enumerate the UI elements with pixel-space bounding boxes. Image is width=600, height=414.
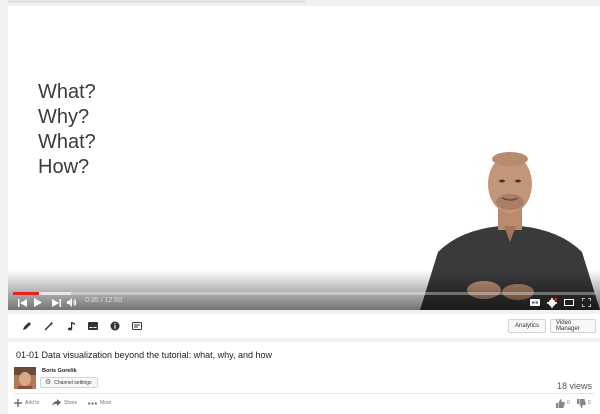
time-display: 0:35/12:50 <box>84 297 123 304</box>
play-icon[interactable] <box>32 295 44 310</box>
slide-text: What? Why? What? How? <box>38 80 96 180</box>
dislike-count: 0 <box>588 400 591 406</box>
like-button[interactable]: 0 <box>556 397 570 409</box>
slide-line: How? <box>38 156 90 178</box>
duration: 12:50 <box>104 297 123 304</box>
analytics-button[interactable]: Analytics <box>508 319 546 333</box>
channel-name[interactable]: Boris Gorelik <box>42 368 77 374</box>
like-count: 0 <box>567 400 570 406</box>
more-button[interactable]: More <box>88 397 111 409</box>
info-icon[interactable] <box>108 319 122 333</box>
music-note-icon[interactable] <box>64 319 78 333</box>
fullscreen-icon[interactable] <box>580 295 592 310</box>
channel-settings-button[interactable]: ⚙ Channel settings <box>40 377 98 388</box>
settings-gear-icon[interactable] <box>546 295 558 310</box>
time-separator: / <box>100 297 103 304</box>
subtitles-icon[interactable] <box>86 319 100 333</box>
player-controls: 0:35/12:50 <box>8 295 600 310</box>
thumbs-up-icon <box>556 398 565 408</box>
plus-icon <box>14 399 22 407</box>
video-player[interactable]: What? Why? What? How? 0:35 / 12:50 <box>8 6 600 310</box>
slide-line: What? <box>38 81 96 103</box>
current-time: 0:35 <box>85 297 99 304</box>
gear-icon: ⚙ <box>45 379 52 386</box>
share-label: Share <box>64 400 78 406</box>
video-title: 01-01 Data visualization beyond the tuto… <box>16 350 272 360</box>
magic-wand-icon[interactable] <box>42 319 56 333</box>
add-to-button[interactable]: Add to <box>14 397 39 409</box>
share-button[interactable]: Share <box>52 397 77 409</box>
more-label: More <box>100 400 112 406</box>
thumbs-down-icon <box>577 398 586 408</box>
divider <box>14 393 594 394</box>
volume-icon[interactable] <box>66 295 78 310</box>
video-manager-button[interactable]: Video Manager <box>550 319 596 333</box>
avatar[interactable] <box>14 367 36 389</box>
slide-line: What? <box>38 131 96 153</box>
video-info-panel: 01-01 Data visualization beyond the tuto… <box>8 342 600 414</box>
add-to-label: Add to <box>25 400 40 406</box>
share-arrow-icon <box>52 399 61 407</box>
previous-icon[interactable] <box>16 295 28 310</box>
next-icon[interactable] <box>50 295 62 310</box>
view-count: 18 views <box>556 381 592 391</box>
annotations-icon[interactable] <box>130 319 144 333</box>
more-dots-icon <box>88 401 97 405</box>
dislike-button[interactable]: 0 <box>577 397 591 409</box>
theater-mode-icon[interactable] <box>563 295 575 310</box>
pencil-icon[interactable] <box>20 319 34 333</box>
channel-settings-label: Channel settings <box>54 379 92 386</box>
creator-toolbar: Analytics Video Manager <box>8 314 600 338</box>
slide-line: Why? <box>38 106 90 128</box>
subtitles-cc-icon[interactable] <box>529 295 541 310</box>
